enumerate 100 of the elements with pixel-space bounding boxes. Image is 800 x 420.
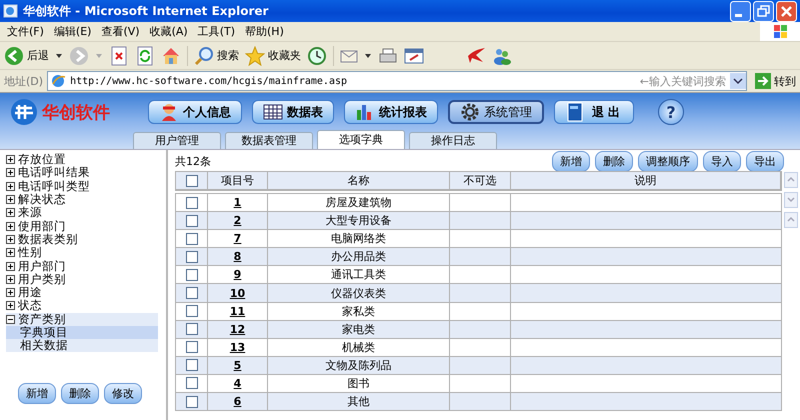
- address-label: 地址(D): [4, 74, 44, 88]
- checkbox[interactable]: [186, 323, 198, 336]
- menu-item[interactable]: 帮助(H): [242, 24, 291, 39]
- minimize-button[interactable]: [730, 0, 751, 22]
- expand-icon[interactable]: [6, 248, 15, 258]
- checkbox[interactable]: [186, 214, 198, 227]
- tree-item[interactable]: 性别: [18, 245, 42, 260]
- checkbox[interactable]: [186, 341, 198, 354]
- nav-button[interactable]: 退 出: [554, 100, 634, 124]
- pill-button[interactable]: 导入: [703, 151, 741, 172]
- checkbox[interactable]: [186, 268, 198, 281]
- checkbox[interactable]: [186, 232, 198, 245]
- checkbox[interactable]: [186, 287, 198, 300]
- back-button[interactable]: 后退: [4, 46, 49, 66]
- tree-item[interactable]: 数据表类别: [18, 232, 78, 247]
- checkbox[interactable]: [186, 377, 198, 390]
- item-link[interactable]: 4: [234, 376, 242, 390]
- pill-button[interactable]: 调整顺序: [638, 151, 698, 172]
- tree-item[interactable]: 存放位置: [18, 152, 66, 168]
- tree-item[interactable]: 来源: [18, 205, 42, 220]
- menu-item[interactable]: 文件(F): [4, 24, 51, 39]
- nav-button[interactable]: 系统管理: [448, 100, 544, 124]
- print-button[interactable]: [378, 46, 398, 66]
- tab[interactable]: 操作日志: [409, 132, 497, 149]
- tree-item[interactable]: 状态: [18, 298, 42, 314]
- table-cell: 大型专用设备: [268, 212, 450, 230]
- collapse-icon[interactable]: [6, 314, 15, 324]
- search-button[interactable]: 搜索: [194, 46, 239, 66]
- tree-item[interactable]: 相关数据: [6, 339, 158, 352]
- expand-icon[interactable]: [6, 262, 15, 271]
- item-link[interactable]: 13: [230, 340, 246, 354]
- expand-icon[interactable]: [6, 195, 15, 204]
- tree-item[interactable]: 资产类别: [18, 312, 66, 327]
- edit-button[interactable]: [404, 46, 424, 66]
- checkbox[interactable]: [186, 396, 198, 408]
- tree-item[interactable]: 电话呼叫结果: [18, 165, 90, 180]
- tree-item[interactable]: 使用部门: [18, 218, 66, 234]
- help-button[interactable]: ?: [658, 99, 684, 125]
- tab[interactable]: 数据表管理: [225, 132, 313, 149]
- close-button[interactable]: [776, 0, 797, 22]
- expand-icon[interactable]: [6, 168, 15, 178]
- expand-icon[interactable]: [6, 222, 15, 231]
- stop-button[interactable]: [109, 46, 129, 66]
- arrow-icon: [755, 73, 771, 89]
- address-field[interactable]: http://www.hc-software.com/hcgis/mainframe.asp ←输入关键词搜索: [47, 71, 747, 91]
- checkbox[interactable]: [186, 305, 198, 318]
- tree-item[interactable]: 解决状态: [18, 192, 66, 208]
- item-link[interactable]: 10: [230, 286, 246, 300]
- go-button[interactable]: 转到: [755, 73, 796, 89]
- item-link[interactable]: 7: [234, 232, 242, 246]
- menu-item[interactable]: 工具(T): [194, 24, 242, 39]
- column-header: 说明: [511, 172, 781, 190]
- dropdown-button[interactable]: [730, 73, 746, 89]
- favorites-button[interactable]: 收藏夹: [245, 46, 301, 66]
- item-link[interactable]: 1: [234, 196, 242, 210]
- tab[interactable]: 用户管理: [133, 132, 221, 149]
- expand-icon[interactable]: [6, 301, 15, 310]
- item-link[interactable]: 6: [234, 395, 242, 408]
- expand-icon[interactable]: [6, 155, 15, 164]
- checkbox[interactable]: [186, 250, 198, 263]
- pill-button[interactable]: 删除: [595, 151, 633, 172]
- nav-button[interactable]: 数据表: [252, 100, 334, 124]
- nav-button[interactable]: 统计报表: [344, 100, 438, 124]
- restore-button[interactable]: [753, 0, 774, 22]
- tree-item[interactable]: 字典项目: [6, 326, 158, 340]
- item-link[interactable]: 9: [234, 268, 242, 282]
- tree-item[interactable]: 用户类别: [18, 272, 66, 287]
- pill-button[interactable]: 新增: [552, 151, 590, 172]
- item-link[interactable]: 2: [234, 214, 242, 228]
- menu-item[interactable]: 编辑(E): [50, 24, 98, 39]
- checkbox[interactable]: [186, 196, 198, 209]
- checkbox[interactable]: [186, 174, 198, 186]
- menu-item[interactable]: 查看(V): [98, 24, 147, 39]
- history-button[interactable]: [307, 46, 327, 66]
- item-link[interactable]: 12: [230, 322, 246, 336]
- checkbox[interactable]: [186, 359, 198, 372]
- refresh-button[interactable]: [135, 46, 155, 66]
- expand-icon[interactable]: [6, 208, 15, 218]
- expand-icon[interactable]: [6, 274, 15, 284]
- expand-icon[interactable]: [6, 234, 15, 244]
- column-header: 名称: [268, 172, 450, 190]
- table-cell: 仪器仪表类: [268, 284, 450, 303]
- item-link[interactable]: 5: [234, 358, 242, 372]
- pill-button[interactable]: 删除: [61, 383, 99, 404]
- item-link[interactable]: 11: [230, 304, 246, 318]
- expand-icon[interactable]: [6, 182, 15, 191]
- pill-button[interactable]: 导出: [746, 151, 784, 172]
- tree-item[interactable]: 电话呼叫类型: [18, 178, 90, 194]
- menu-item[interactable]: 收藏(A): [146, 24, 195, 39]
- column-header: 项目号: [208, 172, 268, 190]
- nav-button[interactable]: 个人信息: [148, 100, 242, 124]
- tree-item[interactable]: 用途: [18, 285, 42, 300]
- tree-item[interactable]: 用户部门: [18, 258, 66, 274]
- expand-icon[interactable]: [6, 288, 15, 298]
- item-link[interactable]: 8: [234, 250, 242, 264]
- bird-icon[interactable]: [466, 46, 486, 66]
- pill-button[interactable]: 新增: [18, 383, 56, 404]
- home-button[interactable]: [161, 46, 181, 66]
- tab[interactable]: 选项字典: [317, 130, 405, 149]
- pill-button[interactable]: 修改: [104, 383, 142, 404]
